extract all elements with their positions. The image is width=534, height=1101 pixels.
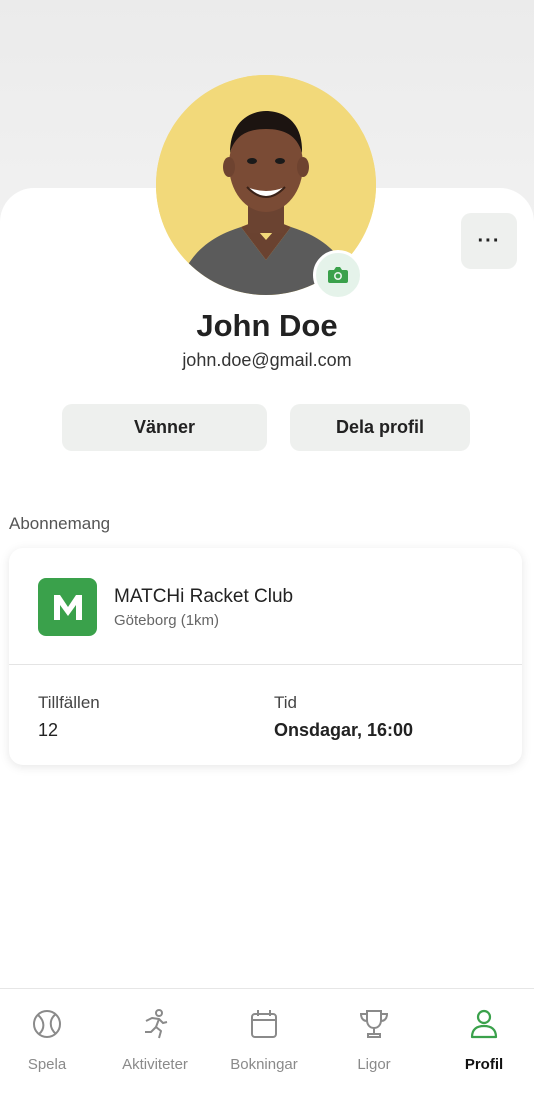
club-location: Göteborg (1km) (114, 612, 220, 629)
tab-label: Profil (464, 1056, 504, 1073)
tab-bokningar[interactable]: Bokningar (211, 989, 317, 1101)
more-icon: ··· (477, 229, 501, 252)
tab-label: Bokningar (230, 1056, 298, 1073)
subscription-section-title: Abonnemang (9, 514, 111, 533)
tab-profil[interactable]: Profil (431, 989, 534, 1101)
profile-email: john.doe@gmail.com (182, 350, 352, 370)
profile-name: John Doe (196, 308, 338, 343)
tab-label: Spela (27, 1056, 67, 1073)
time-value: Onsdagar, 16:00 (274, 720, 414, 740)
sessions-value: 12 (38, 720, 59, 740)
running-person-icon (145, 1009, 168, 1039)
club-name: MATCHi Racket Club (114, 586, 294, 607)
time-label: Tid (274, 693, 297, 712)
club-logo-mark (53, 595, 82, 620)
user-icon (470, 1009, 498, 1039)
tab-aktiviteter[interactable]: Aktiviteter (102, 989, 208, 1101)
calendar-icon (251, 1010, 277, 1038)
share-profile-button-label: Dela profil (335, 417, 424, 437)
friends-button[interactable]: Vänner (62, 404, 267, 451)
more-options-button[interactable]: ··· (461, 213, 517, 269)
tab-label: Ligor (357, 1056, 391, 1073)
card-divider (9, 664, 522, 665)
trophy-icon (359, 1010, 389, 1038)
tab-ligor[interactable]: Ligor (321, 989, 427, 1101)
club-logo (38, 578, 97, 636)
bottom-tab-bar: Spela Aktiviteter Bokningar Ligor Profil (0, 988, 534, 1101)
sessions-label: Tillfällen (38, 693, 100, 712)
subscription-card[interactable]: MATCHi Racket Club Göteborg (1km) Tillfä… (9, 548, 522, 765)
camera-icon (328, 267, 348, 283)
share-profile-button[interactable]: Dela profil (290, 404, 470, 451)
tab-spela[interactable]: Spela (0, 989, 100, 1101)
tab-label: Aktiviteter (122, 1056, 188, 1073)
change-photo-button[interactable] (313, 250, 363, 300)
friends-button-label: Vänner (133, 417, 196, 437)
tennis-ball-icon (33, 1010, 61, 1038)
